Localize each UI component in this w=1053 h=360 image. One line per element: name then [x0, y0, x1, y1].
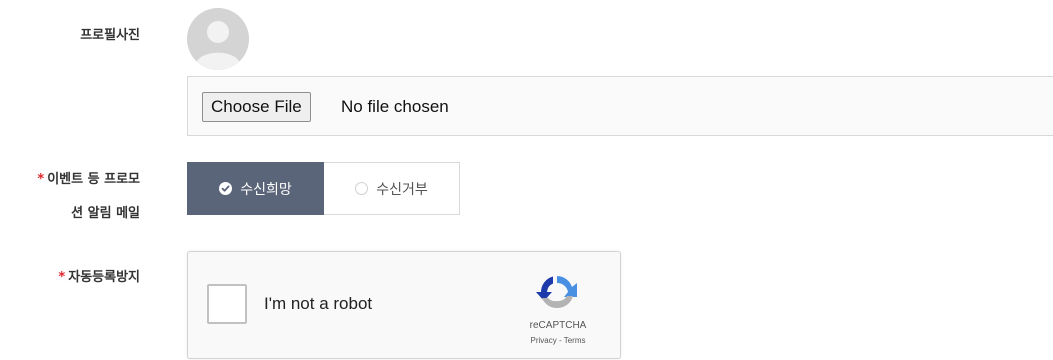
- required-mark: *: [58, 270, 66, 285]
- recaptcha-logo-icon: [536, 276, 577, 309]
- check-circle-icon: [219, 182, 233, 195]
- option-unsubscribe[interactable]: 수신거부: [324, 162, 460, 215]
- event-email-label-line2: 션 알림 메일: [71, 206, 140, 221]
- recaptcha-checkbox[interactable]: [207, 284, 247, 324]
- file-upload-area: Choose File No file chosen: [187, 76, 1053, 136]
- recaptcha-widget: I'm not a robot reCAPTCHA Privacy - Term…: [187, 251, 621, 359]
- option-unsubscribe-label: 수신거부: [376, 181, 428, 198]
- file-status-text: No file chosen: [341, 97, 449, 116]
- antispam-label-text: 자동등록방지: [68, 270, 140, 285]
- choose-file-button[interactable]: Choose File: [202, 92, 311, 122]
- required-mark: *: [37, 172, 45, 187]
- recaptcha-privacy-terms-links[interactable]: Privacy - Terms: [518, 336, 598, 345]
- profile-photo-label: 프로필사진: [80, 28, 140, 43]
- event-email-label-line1: 이벤트 등 프로모: [47, 172, 140, 187]
- recaptcha-brand: reCAPTCHA: [529, 320, 587, 331]
- recaptcha-text: I'm not a robot: [264, 294, 373, 313]
- user-icon: [187, 8, 249, 70]
- event-email-label: * 이벤트 등 프로모 션 알림 메일: [0, 170, 140, 224]
- antispam-label: * 자동등록방지: [0, 261, 140, 295]
- avatar: [187, 8, 249, 70]
- option-subscribe[interactable]: 수신희망: [187, 162, 324, 215]
- radio-circle-icon: [355, 182, 369, 195]
- option-subscribe-label: 수신희망: [240, 181, 292, 198]
